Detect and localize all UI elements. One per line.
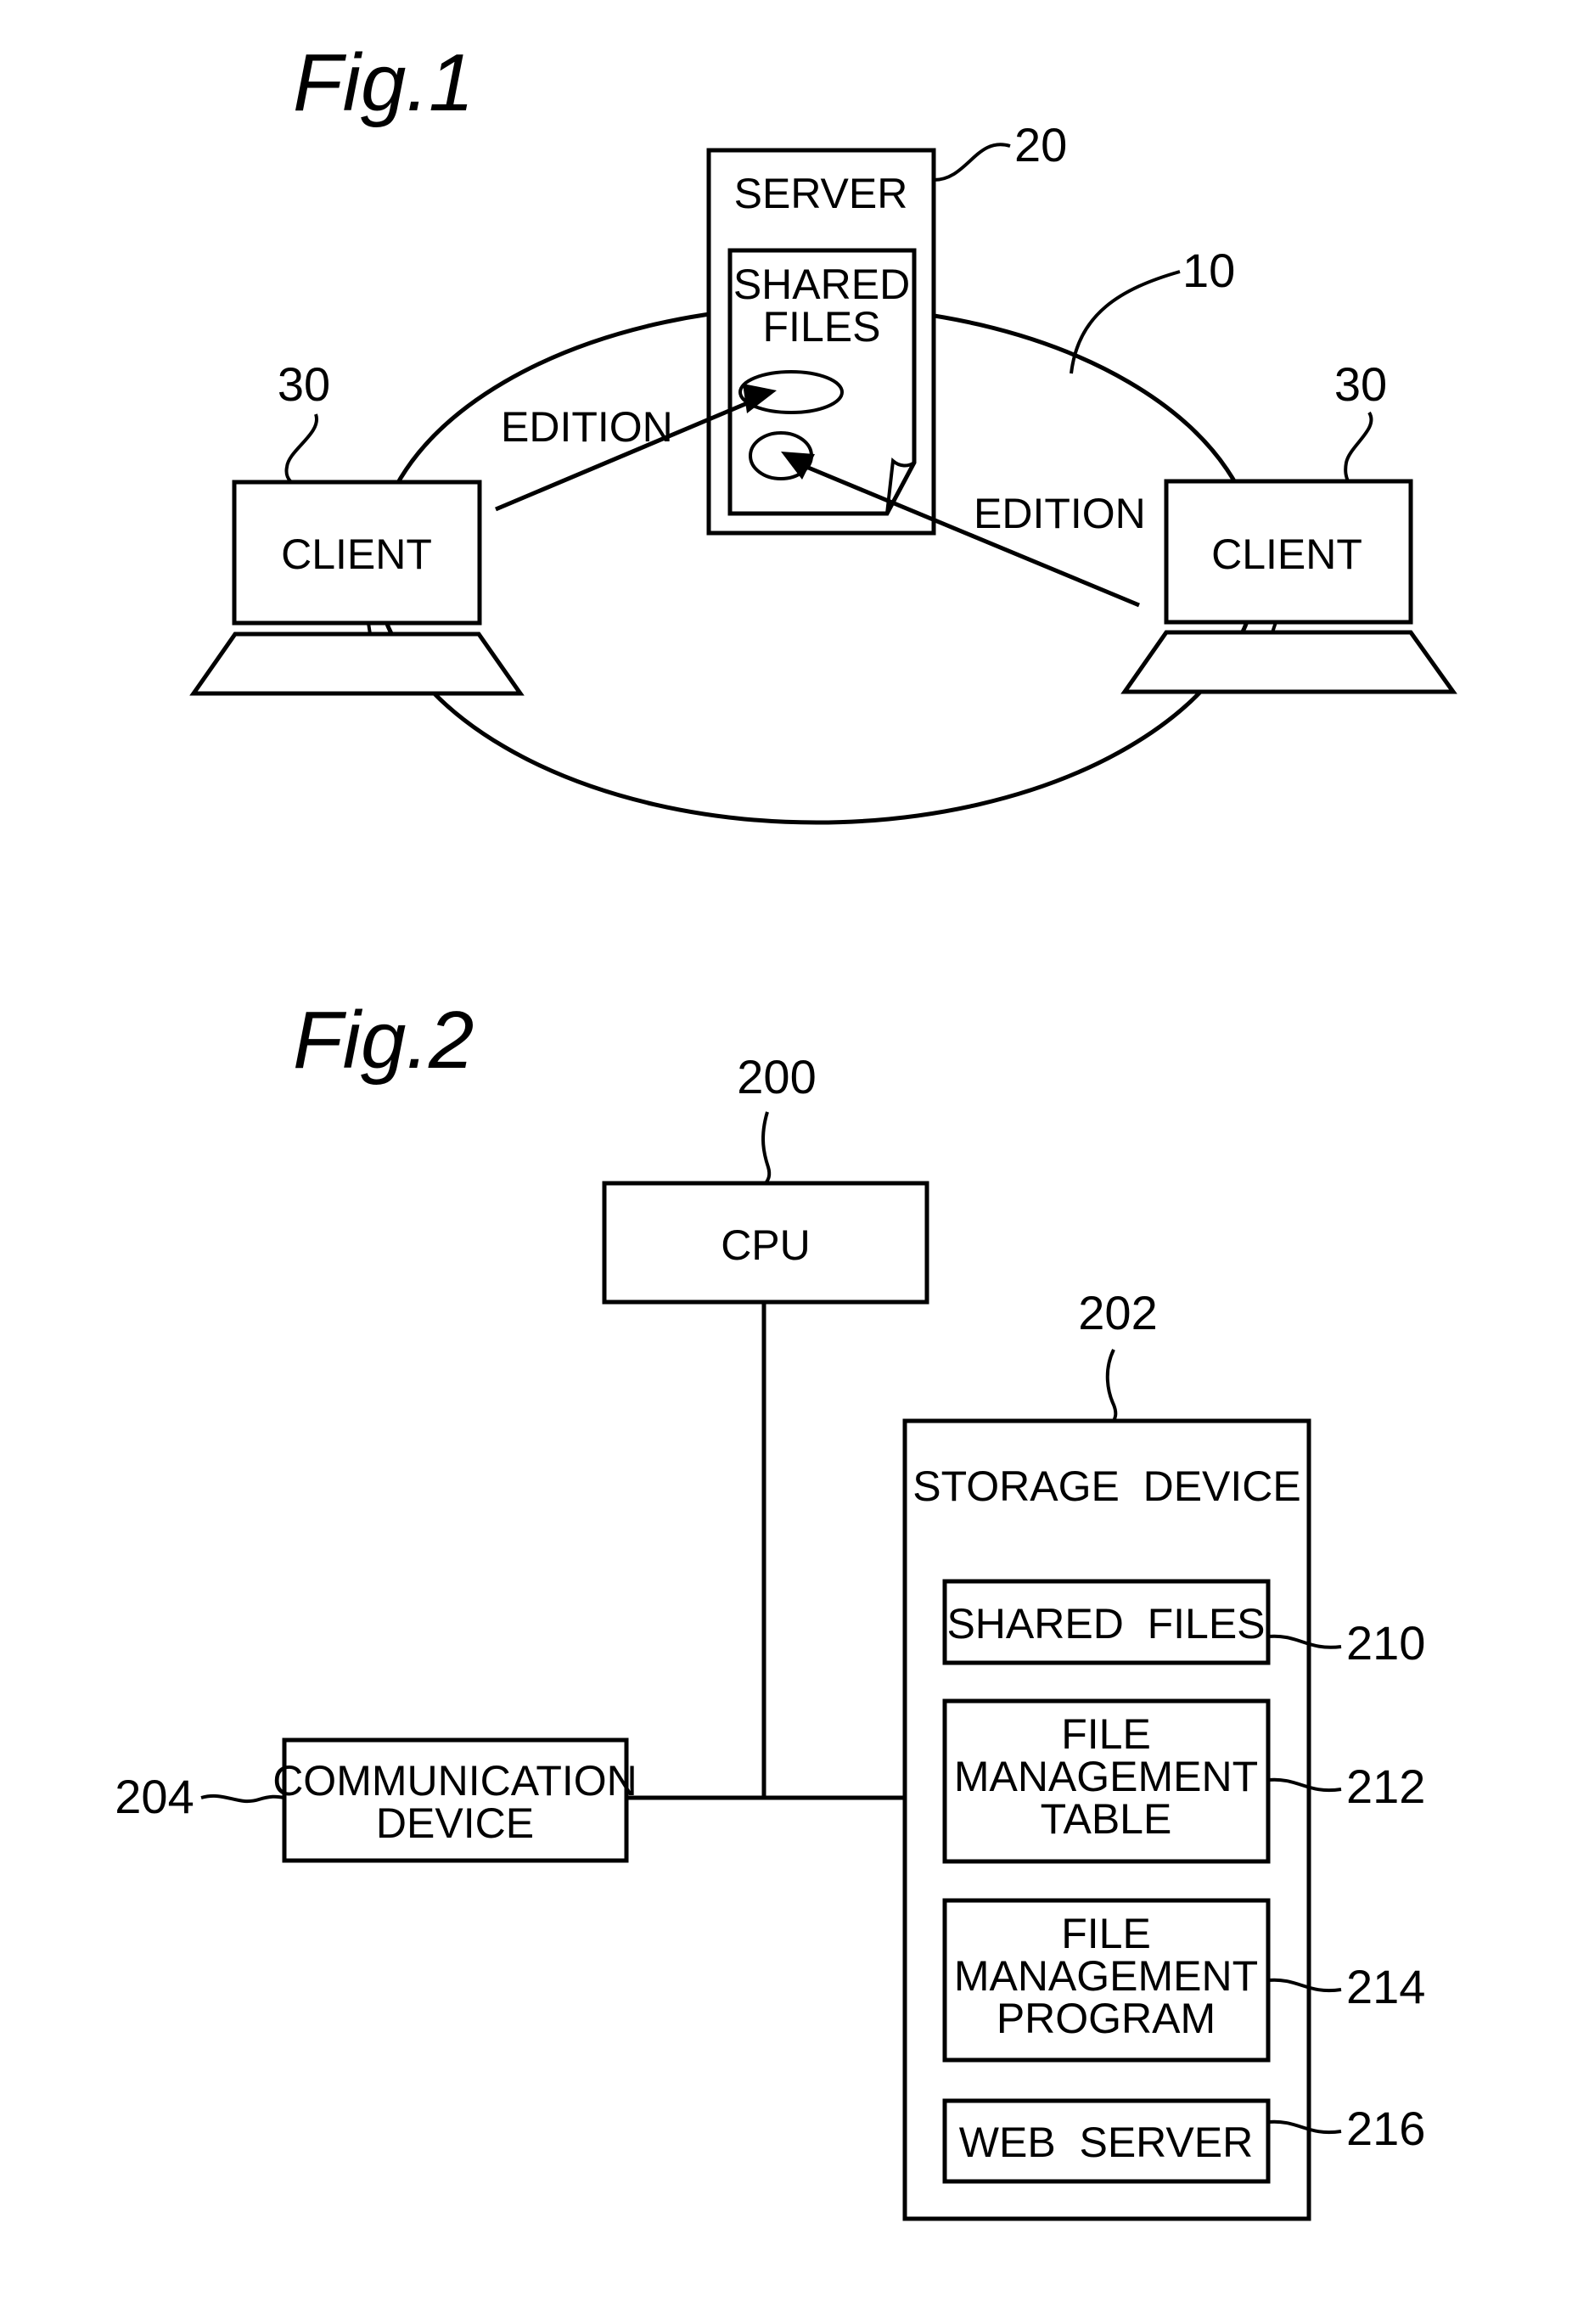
file-management-program-ref: 214 xyxy=(1346,1960,1425,2013)
storage-device-ref: 202 xyxy=(1078,1286,1157,1339)
shared-files-ref: 210 xyxy=(1346,1616,1425,1670)
server-leader-line xyxy=(933,143,1011,182)
cpu-leader-line xyxy=(761,1111,772,1185)
fig1-title: Fig.1 xyxy=(293,37,474,128)
network-ref: 10 xyxy=(1182,244,1235,297)
shared-files-label-line2: FILES xyxy=(763,303,881,351)
patent-drawing: Fig.1 10 SERVER 20 SHARED FILES CLIENT 3… xyxy=(115,37,1457,2221)
client-left-ref: 30 xyxy=(278,357,330,411)
cpu-ref: 200 xyxy=(737,1050,816,1103)
client-left-leader-line xyxy=(284,413,319,484)
storage-device-label: STORAGE DEVICE xyxy=(912,1462,1301,1510)
client-right-label: CLIENT xyxy=(1211,530,1362,578)
client-right-ref: 30 xyxy=(1334,357,1387,411)
server-ref: 20 xyxy=(1014,118,1067,171)
client-left-label: CLIENT xyxy=(281,530,432,578)
file-management-table-line1: FILE xyxy=(1061,1710,1151,1758)
communication-device-label-line2: DEVICE xyxy=(376,1799,534,1847)
edition-label-right: EDITION xyxy=(974,490,1146,537)
client-right-keyboard xyxy=(1120,630,1457,694)
file-management-table-line2: MANAGEMENT xyxy=(954,1753,1258,1800)
storage-device-leader-line xyxy=(1105,1349,1118,1422)
network-leader-line xyxy=(1070,270,1181,374)
file-management-program-line1: FILE xyxy=(1061,1910,1151,1957)
communication-device-ref: 204 xyxy=(115,1770,194,1823)
communication-device-label-line1: COMMUNICATION xyxy=(272,1757,637,1805)
shared-files-label: SHARED FILES xyxy=(946,1600,1265,1648)
client-right-leader-line xyxy=(1344,411,1373,482)
edition-label-left: EDITION xyxy=(501,403,673,451)
server-label: SERVER xyxy=(734,170,908,217)
web-server-label: WEB SERVER xyxy=(959,2119,1253,2166)
fig2-title: Fig.2 xyxy=(293,995,474,1086)
client-left-keyboard xyxy=(189,632,525,696)
web-server-ref: 216 xyxy=(1346,2102,1425,2155)
cpu-label: CPU xyxy=(721,1221,811,1269)
shared-files-label-line1: SHARED xyxy=(733,261,910,308)
file-management-program-line3: PROGRAM xyxy=(997,1995,1216,2042)
file-management-table-line3: TABLE xyxy=(1041,1795,1172,1843)
file-management-table-ref: 212 xyxy=(1346,1760,1425,1813)
file-management-program-line2: MANAGEMENT xyxy=(954,1952,1258,2000)
